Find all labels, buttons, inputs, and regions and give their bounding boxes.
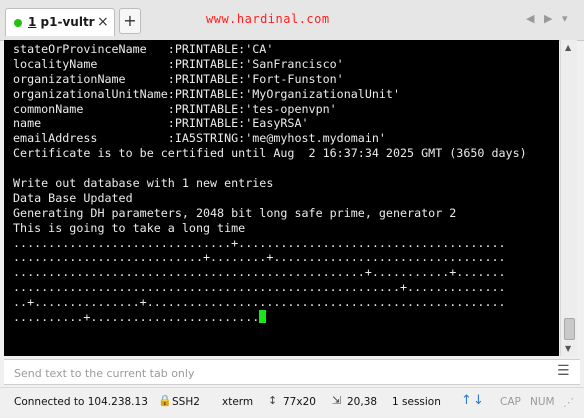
watermark-text: www.hardinal.com [206,12,330,26]
terminal-line: Write out database with 1 new entries [13,176,274,191]
scroll-tabs-left-icon[interactable]: ◀ [526,12,534,25]
download-arrow-icon: ↓ [473,393,484,408]
terminal-line: organizationName :PRINTABLE:'Fort-Funsto… [13,71,344,86]
terminal-line: name :PRINTABLE:'EasyRSA' [13,116,309,131]
terminal-line: organizationalUnitName:PRINTABLE:'MyOrga… [13,86,401,101]
terminal-line: commonName :PRINTABLE:'tes-openvpn' [13,101,337,116]
session-tab[interactable]: 1 p1-vultr × [5,8,115,36]
terminal-line: ..+...............+.....................… [13,295,506,310]
terminal-line: emailAddress :IA5STRING:'me@myhost.mydom… [13,131,386,146]
new-tab-button[interactable]: + [119,8,141,34]
status-bar: Connected to 104.238.13 🔒 SSH2 xterm ↕ 7… [0,387,584,418]
num-lock-indicator: NUM [530,396,555,408]
connection-status: Connected to 104.238.13 [14,396,148,408]
scroll-thumb[interactable] [564,318,575,340]
tab-list-chevron-icon[interactable]: ▾ [562,12,568,25]
terminal-line: localityName :PRINTABLE:'SanFrancisco' [13,56,344,71]
terminal-scrollbar[interactable]: ▲ ▼ [560,40,577,356]
terminal-line: ........................................… [13,265,506,280]
scroll-down-icon[interactable]: ▼ [565,344,571,353]
connected-status-icon [14,19,22,27]
protocol-label: SSH2 [172,396,200,408]
hamburger-menu-icon[interactable]: ☰ [557,363,570,379]
session-count-label: 1 session [392,396,441,408]
cursor-position-label: 20,38 [347,396,378,408]
terminal-output: stateOrProvinceName :PRINTABLE:'CA' local… [13,42,527,325]
terminal-line: stateOrProvinceName :PRINTABLE:'CA' [13,42,274,56]
send-text-input[interactable] [4,360,556,386]
send-text-bar: ☰ [4,359,580,386]
terminal-line: Generating DH parameters, 2048 bit long … [13,205,457,220]
tab-bar: 1 p1-vultr × + www.hardinal.com ◀ ▶ ▾ [0,0,584,41]
cursor-position-icon: ⇲ [332,394,342,407]
terminal-size-label: 77x20 [283,396,316,408]
upload-arrow-icon: ↑ [461,393,472,408]
terminal-line: ...........................+........+...… [13,250,506,265]
terminal-line: ........................................… [13,280,506,295]
terminal-type-label: xterm [222,396,254,408]
tab-label: 1 p1-vultr [28,15,95,29]
terminal-line: This is going to take a long time [13,220,246,235]
terminal-line: ...............................+........… [13,235,506,250]
resize-grip-icon: ⋰ [563,396,574,409]
lock-icon: 🔒 [158,394,172,407]
close-tab-icon[interactable]: × [97,14,109,30]
terminal-line: ..........+........................ [13,310,527,325]
terminal-line: Data Base Updated [13,190,133,205]
terminal-line: Certificate is to be certified until Aug… [13,146,527,161]
scroll-tabs-right-icon[interactable]: ▶ [544,12,552,25]
scroll-up-icon[interactable]: ▲ [565,43,571,52]
caps-lock-indicator: CAP [500,396,521,408]
terminal-cursor [259,310,267,324]
resize-icon: ↕ [268,394,278,407]
terminal-window[interactable]: stateOrProvinceName :PRINTABLE:'CA' local… [4,40,559,356]
